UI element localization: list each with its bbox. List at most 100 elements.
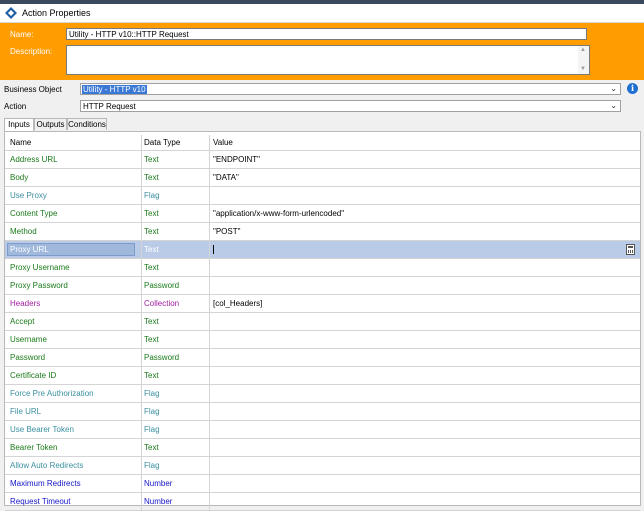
parameter-value[interactable]: "application/x-www-form-urlencoded" — [210, 205, 640, 222]
parameter-data-type: Password — [142, 277, 210, 294]
action-label: Action — [4, 102, 27, 111]
parameter-data-type: Text — [142, 439, 210, 456]
parameter-data-type: Text — [142, 331, 210, 348]
parameter-name: Proxy Password — [5, 277, 142, 294]
name-field[interactable]: Utility - HTTP v10::HTTP Request — [66, 28, 587, 40]
action-value: HTTP Request — [83, 102, 136, 111]
table-row[interactable]: Bearer Token Text — [5, 439, 640, 457]
column-header-name[interactable]: Name — [5, 135, 142, 150]
column-header-data-type[interactable]: Data Type — [142, 135, 210, 150]
table-row[interactable]: Headers Collection [col_Headers] — [5, 295, 640, 313]
chevron-down-icon[interactable]: ⌄ — [610, 101, 617, 110]
parameter-value[interactable] — [210, 313, 640, 330]
header-panel: Name: Utility - HTTP v10::HTTP Request D… — [0, 23, 644, 80]
parameter-value[interactable] — [210, 493, 640, 510]
column-header-value[interactable]: Value — [210, 135, 640, 150]
table-row[interactable]: Certificate ID Text — [5, 367, 640, 385]
description-field[interactable]: ▲ ▼ — [66, 45, 590, 75]
scroll-up-icon[interactable]: ▲ — [580, 47, 586, 53]
parameter-value[interactable] — [210, 187, 640, 204]
parameter-value[interactable] — [210, 403, 640, 420]
parameter-name: Body — [5, 169, 142, 186]
table-row[interactable]: Use Proxy Flag — [5, 187, 640, 205]
parameter-name: Request Timeout — [5, 493, 142, 510]
parameter-name: Bearer Token — [5, 439, 142, 456]
parameter-name: Accept — [5, 313, 142, 330]
parameter-data-type: Text — [142, 313, 210, 330]
window-title: Action Properties — [22, 8, 91, 18]
parameter-data-type: Text — [142, 151, 210, 168]
parameter-data-type: Number — [142, 493, 210, 510]
parameter-name: Proxy URL — [5, 241, 142, 258]
table-row[interactable]: Method Text "POST" — [5, 223, 640, 241]
info-icon[interactable]: i — [627, 83, 638, 94]
parameter-name: Password — [5, 349, 142, 366]
parameter-name: Allow Auto Redirects — [5, 457, 142, 474]
tab-conditions[interactable]: Conditions — [67, 118, 107, 130]
grid-body: Address URL Text "ENDPOINT" Body Text "DATA" U… — [5, 151, 640, 511]
table-row[interactable]: Proxy Username Text — [5, 259, 640, 277]
parameter-name: Maximum Redirects — [5, 475, 142, 492]
tab-outputs[interactable]: Outputs — [34, 118, 67, 130]
parameter-name: Username — [5, 331, 142, 348]
description-scrollbar[interactable]: ▲ ▼ — [578, 46, 589, 74]
text-caret — [213, 245, 214, 255]
tab-inputs[interactable]: Inputs — [4, 118, 34, 131]
name-label: Name: — [10, 30, 34, 39]
table-row[interactable]: Force Pre Authorization Flag — [5, 385, 640, 403]
table-row[interactable]: Content Type Text "application/x-www-form-… — [5, 205, 640, 223]
parameter-value[interactable]: "DATA" — [210, 169, 640, 186]
parameter-value[interactable] — [210, 439, 640, 456]
business-object-dropdown[interactable]: Utility - HTTP v10 ⌄ — [80, 83, 621, 95]
inputs-grid: Name Data Type Value Address URL Text "END… — [5, 135, 640, 511]
parameter-value[interactable] — [210, 277, 640, 294]
parameter-name: Use Proxy — [5, 187, 142, 204]
table-row[interactable]: Address URL Text "ENDPOINT" — [5, 151, 640, 169]
parameter-value[interactable] — [210, 457, 640, 474]
calculator-icon[interactable] — [626, 244, 635, 255]
grid-header: Name Data Type Value — [5, 135, 640, 151]
parameter-value[interactable] — [210, 241, 640, 258]
parameter-value[interactable]: "ENDPOINT" — [210, 151, 640, 168]
table-row[interactable]: Username Text — [5, 331, 640, 349]
parameter-data-type: Flag — [142, 457, 210, 474]
parameter-name: Use Bearer Token — [5, 421, 142, 438]
parameter-name: Certificate ID — [5, 367, 142, 384]
table-row[interactable]: Proxy Password Password — [5, 277, 640, 295]
parameter-value[interactable] — [210, 475, 640, 492]
parameter-data-type: Password — [142, 349, 210, 366]
parameter-data-type: Flag — [142, 187, 210, 204]
parameter-value[interactable] — [210, 349, 640, 366]
parameter-value[interactable] — [210, 259, 640, 276]
table-row[interactable]: Body Text "DATA" — [5, 169, 640, 187]
action-dropdown[interactable]: HTTP Request ⌄ — [80, 100, 621, 112]
table-row[interactable]: File URL Flag — [5, 403, 640, 421]
parameter-data-type: Flag — [142, 385, 210, 402]
parameter-value[interactable]: "POST" — [210, 223, 640, 240]
parameter-name: Proxy Username — [5, 259, 142, 276]
parameter-data-type: Flag — [142, 421, 210, 438]
parameter-data-type: Flag — [142, 403, 210, 420]
table-row[interactable]: Proxy URL Text — [5, 241, 640, 259]
title-bar: Action Properties — [0, 4, 644, 23]
table-row[interactable]: Maximum Redirects Number — [5, 475, 640, 493]
parameter-value[interactable] — [210, 385, 640, 402]
parameter-name-text: Proxy URL — [7, 243, 135, 256]
business-object-value: Utility - HTTP v10 — [82, 85, 147, 94]
table-row[interactable]: Accept Text — [5, 313, 640, 331]
table-row[interactable]: Request Timeout Number — [5, 493, 640, 511]
parameter-value[interactable] — [210, 367, 640, 384]
parameter-value[interactable]: [col_Headers] — [210, 295, 640, 312]
table-row[interactable]: Password Password — [5, 349, 640, 367]
chevron-down-icon[interactable]: ⌄ — [610, 84, 617, 93]
parameter-name: Force Pre Authorization — [5, 385, 142, 402]
description-label: Description: — [10, 47, 53, 56]
parameter-data-type: Text — [142, 205, 210, 222]
table-row[interactable]: Use Bearer Token Flag — [5, 421, 640, 439]
table-row[interactable]: Allow Auto Redirects Flag — [5, 457, 640, 475]
scroll-down-icon[interactable]: ▼ — [580, 66, 586, 72]
parameter-data-type: Number — [142, 475, 210, 492]
parameter-name: Headers — [5, 295, 142, 312]
parameter-value[interactable] — [210, 421, 640, 438]
parameter-value[interactable] — [210, 331, 640, 348]
